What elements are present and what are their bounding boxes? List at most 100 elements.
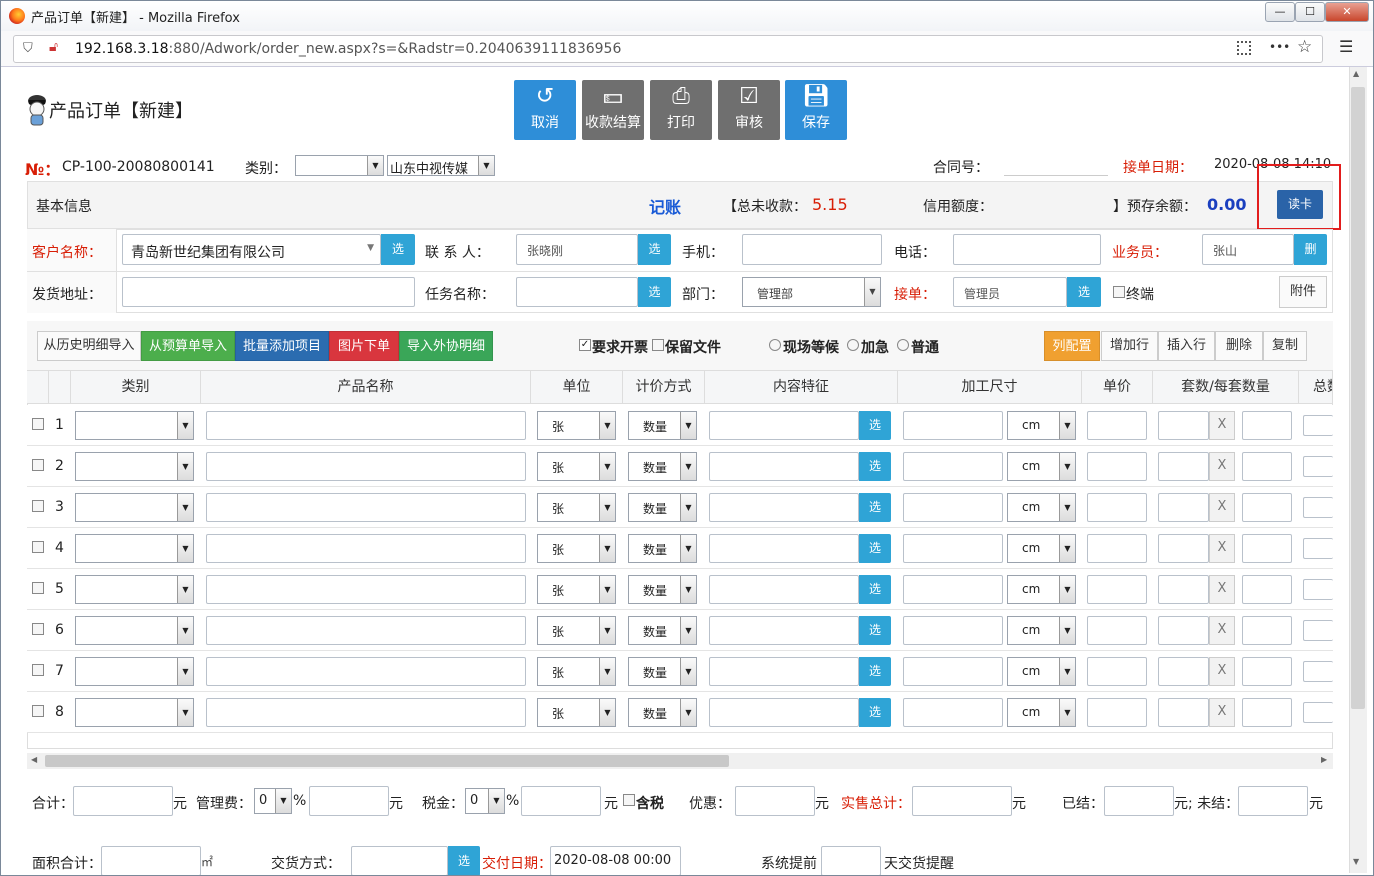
row-checkbox[interactable] — [32, 582, 44, 594]
row-category-select[interactable]: ▼ — [75, 534, 194, 563]
discount-input[interactable] — [735, 786, 815, 816]
customer-pick-button[interactable]: 选 — [381, 234, 415, 265]
row-size-unit-select[interactable]: cm ▼ — [1007, 616, 1076, 645]
row-qty-input[interactable] — [1242, 452, 1292, 481]
scrollbar-thumb[interactable] — [1351, 87, 1365, 709]
row-qty-input[interactable] — [1242, 657, 1292, 686]
row-size-unit-select[interactable]: cm ▼ — [1007, 575, 1076, 604]
row-unit-select[interactable]: 张 ▼ — [537, 452, 616, 481]
onsite-radio[interactable] — [769, 339, 781, 351]
row-pricing-select[interactable]: 数量 ▼ — [628, 698, 697, 727]
close-button[interactable]: ✕ — [1325, 2, 1369, 22]
scroll-right-icon[interactable]: ▶ — [1321, 755, 1327, 764]
row-unit-price-input[interactable] — [1087, 452, 1147, 481]
row-product-input[interactable] — [206, 452, 526, 481]
row-size-unit-select[interactable]: cm ▼ — [1007, 698, 1076, 727]
remind-days-input[interactable] — [821, 846, 881, 875]
row-content-pick-button[interactable]: 选 — [859, 698, 891, 727]
row-product-input[interactable] — [206, 411, 526, 440]
invoice-checkbox[interactable]: ✓ — [579, 339, 591, 351]
row-pricing-select[interactable]: 数量 ▼ — [628, 493, 697, 522]
url-text[interactable]: 192.168.3.18:880/Adwork/order_new.aspx?s… — [75, 41, 621, 57]
row-sets-input[interactable] — [1158, 493, 1209, 522]
insert-row-button[interactable]: 插入行 — [1158, 331, 1215, 361]
import-budget-button[interactable]: 从预算单导入 — [141, 331, 235, 361]
contract-input[interactable] — [1004, 156, 1108, 176]
task-pick-button[interactable]: 选 — [638, 277, 671, 307]
row-product-input[interactable] — [206, 534, 526, 563]
settle-button[interactable]: 💵︎ 收款结算 — [582, 80, 644, 140]
audit-button[interactable]: ☑ 审核 — [718, 80, 780, 140]
mobile-input[interactable] — [742, 234, 882, 265]
row-qty-input[interactable] — [1242, 411, 1292, 440]
row-content-input[interactable] — [709, 534, 859, 563]
row-category-select[interactable]: ▼ — [75, 411, 194, 440]
row-unit-price-input[interactable] — [1087, 657, 1147, 686]
scroll-down-icon[interactable]: ▼ — [1353, 857, 1359, 866]
shield-icon[interactable]: ⛉ — [23, 41, 33, 56]
row-qty-input[interactable] — [1242, 493, 1292, 522]
scroll-left-icon[interactable]: ◀ — [31, 755, 37, 764]
print-button[interactable]: ⎙ 打印 — [650, 80, 712, 140]
add-row-button[interactable]: 增加行 — [1101, 331, 1158, 361]
row-total-input[interactable] — [1303, 538, 1333, 559]
task-input[interactable] — [516, 277, 638, 307]
row-qty-input[interactable] — [1242, 534, 1292, 563]
row-content-pick-button[interactable]: 选 — [859, 616, 891, 645]
column-config-button[interactable]: 列配置 — [1044, 331, 1100, 361]
row-pricing-select[interactable]: 数量 ▼ — [628, 452, 697, 481]
sales-input[interactable]: 张山 — [1202, 234, 1294, 265]
row-sets-input[interactable] — [1158, 575, 1209, 604]
company-select[interactable]: 山东中视传媒 ▼ — [387, 155, 495, 177]
tax-input[interactable] — [521, 786, 601, 816]
row-content-pick-button[interactable]: 选 — [859, 657, 891, 686]
row-content-pick-button[interactable]: 选 — [859, 452, 891, 481]
row-size-input[interactable] — [903, 616, 1003, 645]
row-size-input[interactable] — [903, 698, 1003, 727]
row-size-input[interactable] — [903, 452, 1003, 481]
delivery-input[interactable] — [351, 846, 448, 875]
row-qty-input[interactable] — [1242, 575, 1292, 604]
row-category-select[interactable]: ▼ — [75, 452, 194, 481]
row-total-input[interactable] — [1303, 415, 1333, 436]
row-size-input[interactable] — [903, 575, 1003, 604]
row-checkbox[interactable] — [32, 459, 44, 471]
row-product-input[interactable] — [206, 575, 526, 604]
row-content-input[interactable] — [709, 657, 859, 686]
row-qty-input[interactable] — [1242, 698, 1292, 727]
row-total-input[interactable] — [1303, 620, 1333, 641]
row-sets-input[interactable] — [1158, 411, 1209, 440]
receiver-pick-button[interactable]: 选 — [1067, 277, 1101, 307]
more-icon[interactable]: ••• — [1269, 40, 1290, 54]
minimize-button[interactable]: — — [1265, 2, 1295, 22]
address-input[interactable] — [122, 277, 415, 307]
sales-total-input[interactable] — [912, 786, 1012, 816]
row-checkbox[interactable] — [32, 705, 44, 717]
row-total-input[interactable] — [1303, 497, 1333, 518]
row-qty-input[interactable] — [1242, 616, 1292, 645]
row-unit-select[interactable]: 张 ▼ — [537, 575, 616, 604]
hamburger-icon[interactable]: ☰ — [1339, 37, 1353, 56]
row-unit-price-input[interactable] — [1087, 698, 1147, 727]
row-content-input[interactable] — [709, 575, 859, 604]
qr-icon[interactable] — [1237, 41, 1251, 55]
row-unit-select[interactable]: 张 ▼ — [537, 657, 616, 686]
insecure-lock-icon[interactable]: 🔓︎ — [49, 39, 58, 55]
row-sets-input[interactable] — [1158, 616, 1209, 645]
normal-radio[interactable] — [897, 339, 909, 351]
dept-select[interactable]: 管理部 ▼ — [742, 277, 881, 307]
row-checkbox[interactable] — [32, 500, 44, 512]
row-size-unit-select[interactable]: cm ▼ — [1007, 534, 1076, 563]
row-product-input[interactable] — [206, 698, 526, 727]
row-product-input[interactable] — [206, 657, 526, 686]
row-pricing-select[interactable]: 数量 ▼ — [628, 616, 697, 645]
phone-input[interactable] — [953, 234, 1101, 265]
row-unit-price-input[interactable] — [1087, 411, 1147, 440]
contact-input[interactable]: 张晓刚 — [516, 234, 638, 265]
row-category-select[interactable]: ▼ — [75, 657, 194, 686]
row-checkbox[interactable] — [32, 541, 44, 553]
image-order-button[interactable]: 图片下单 — [329, 331, 399, 361]
delete-row-button[interactable]: 删除 — [1215, 331, 1263, 361]
row-sets-input[interactable] — [1158, 452, 1209, 481]
terminal-checkbox[interactable] — [1113, 286, 1125, 298]
